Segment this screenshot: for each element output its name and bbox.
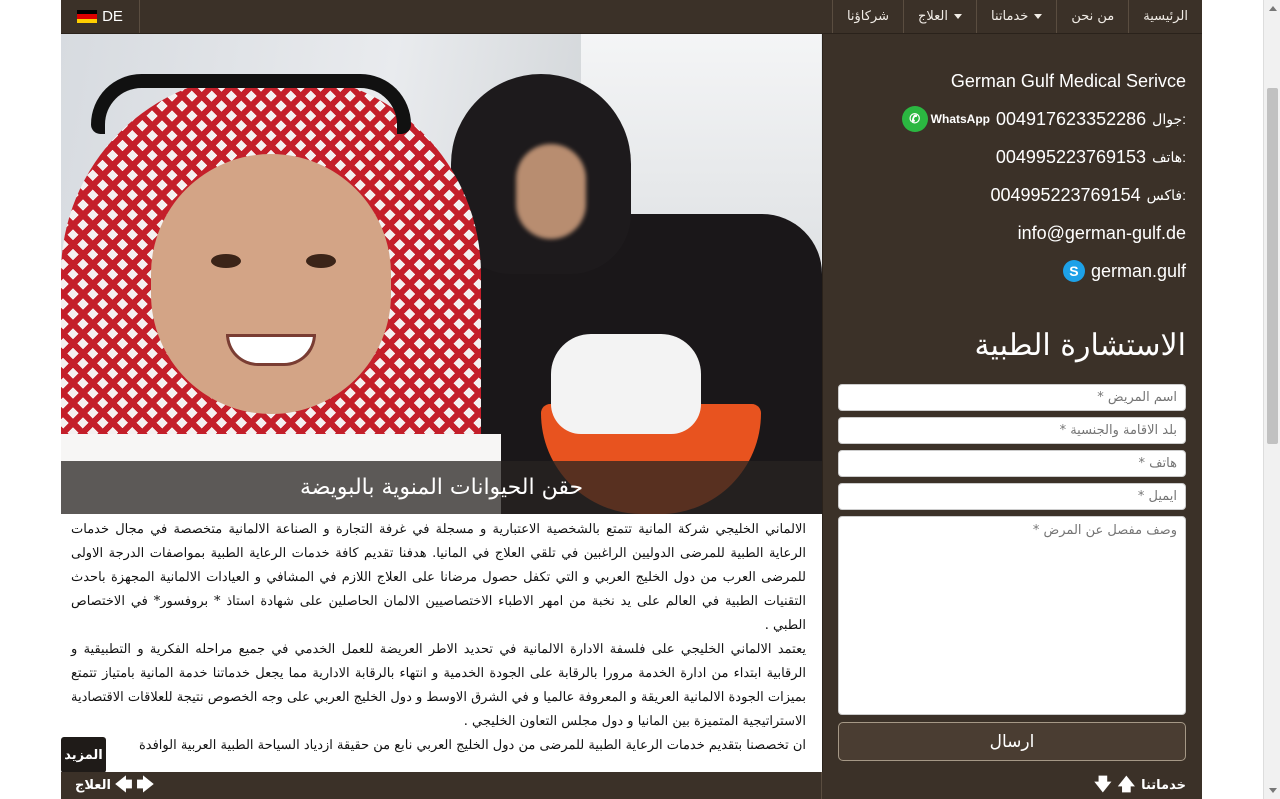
phone-input[interactable] [838, 450, 1186, 477]
hero-child-face [151, 154, 391, 414]
phone-row: 004995223769153 هاتف: [902, 138, 1186, 176]
phone-number[interactable]: 004995223769153 [996, 147, 1146, 168]
mobile-label: جوال: [1152, 110, 1186, 127]
skype-row: S german.gulf [902, 252, 1186, 290]
hero-hand-mixer [551, 334, 701, 434]
sidebar: German Gulf Medical Serivce ✆ WhatsApp 0… [822, 34, 1202, 772]
article-paragraph: الالماني الخليجي شركة المانية تتمتع بالش… [71, 522, 807, 633]
email-row: info@german-gulf.de [902, 214, 1186, 252]
country-input[interactable] [838, 417, 1186, 444]
nav-home-label: الرئيسية [1143, 9, 1188, 24]
hero-child-agal [91, 74, 411, 134]
arrow-down-icon[interactable]: 🡇 [1094, 777, 1111, 794]
language-switch[interactable]: DE [61, 0, 140, 33]
german-flag-icon [77, 10, 98, 23]
nav-home[interactable]: الرئيسية [1128, 0, 1202, 33]
top-navbar: DE الرئيسية من نحن خدماتنا العلاج شركاؤن… [61, 0, 1202, 34]
skype-icon: S [1062, 260, 1085, 282]
consultation-form-title: الاستشارة الطبية [974, 328, 1186, 363]
nav-services-label: خدماتنا [991, 9, 1029, 24]
arrow-left-icon[interactable]: 🡄 [115, 777, 133, 794]
hero-caption[interactable]: حقن الحيوانات المنوية بالبويضة [61, 461, 822, 514]
arrow-right-icon[interactable]: 🡆 [136, 777, 154, 794]
nav-about[interactable]: من نحن [1056, 0, 1128, 33]
page-container: DE الرئيسية من نحن خدماتنا العلاج شركاؤن… [61, 0, 1202, 799]
skype-link[interactable]: german.gulf [1091, 261, 1186, 282]
read-more-button[interactable]: المزيد [61, 737, 106, 773]
nav-partners-label: شركاؤنا [846, 9, 890, 24]
chevron-down-icon [954, 14, 963, 19]
hero-mother-face [516, 144, 586, 239]
description-textarea[interactable] [838, 516, 1186, 715]
arrow-up-icon[interactable]: 🡅 [1118, 777, 1135, 794]
about-article: الالماني الخليجي شركة المانية تتمتع بالش… [61, 514, 822, 772]
nav-treatment-label: العلاج [918, 9, 949, 24]
slider-nav-label: العلاج [75, 778, 111, 793]
bottom-bar: العلاج 🡄 🡆 🡇 🡅 خدماتنا [61, 772, 1202, 799]
phone-label: هاتف: [1152, 148, 1186, 165]
services-scroller-label: خدماتنا [1141, 778, 1186, 793]
mobile-number[interactable]: 004917623352286 [996, 109, 1146, 130]
patient-name-input[interactable] [838, 384, 1186, 411]
contact-info: German Gulf Medical Serivce ✆ WhatsApp 0… [901, 62, 1186, 290]
nav-about-label: من نحن [1071, 9, 1115, 24]
nav-treatment[interactable]: العلاج [903, 0, 976, 33]
services-scroller[interactable]: 🡇 🡅 خدماتنا [1094, 777, 1186, 794]
nav-partners[interactable]: شركاؤنا [831, 0, 903, 33]
whatsapp-icon: ✆ [901, 106, 928, 132]
slider-nav-left[interactable]: العلاج 🡄 🡆 [75, 777, 154, 794]
main-menu: الرئيسية من نحن خدماتنا العلاج شركاؤنا [831, 0, 1202, 33]
whatsapp-link[interactable]: ✆ WhatsApp [901, 106, 990, 132]
article-paragraph: يعتمد الالماني الخليجي على فلسفة الادارة… [71, 642, 806, 729]
email-input[interactable] [838, 483, 1186, 510]
scroll-down-icon[interactable] [1269, 788, 1277, 793]
page-scrollbar[interactable] [1263, 0, 1280, 799]
nav-services[interactable]: خدماتنا [976, 0, 1056, 33]
chevron-down-icon [1034, 14, 1043, 19]
scroll-up-icon[interactable] [1269, 6, 1277, 11]
fax-label: فاكس: [1146, 186, 1186, 203]
email-link[interactable]: info@german-gulf.de [1018, 223, 1186, 244]
hero-child-eye [211, 254, 241, 268]
fax-number: 004995223769154 [990, 184, 1141, 205]
language-label: DE [102, 8, 123, 25]
bottom-divider [821, 772, 822, 799]
company-name: German Gulf Medical Serivce [950, 70, 1186, 91]
hero-child-eye [306, 254, 336, 268]
scrollbar-thumb[interactable] [1267, 88, 1278, 444]
whatsapp-label: WhatsApp [930, 112, 990, 126]
hero-slider[interactable]: حقن الحيوانات المنوية بالبويضة [61, 34, 822, 514]
fax-row: 004995223769154 فاكس: [902, 176, 1186, 214]
article-paragraph: ان تخصصنا بتقديم خدمات الرعاية الطبية لل… [138, 738, 806, 753]
mobile-row: ✆ WhatsApp 004917623352286 جوال: [901, 100, 1186, 138]
submit-button[interactable]: ارسال [838, 722, 1186, 761]
